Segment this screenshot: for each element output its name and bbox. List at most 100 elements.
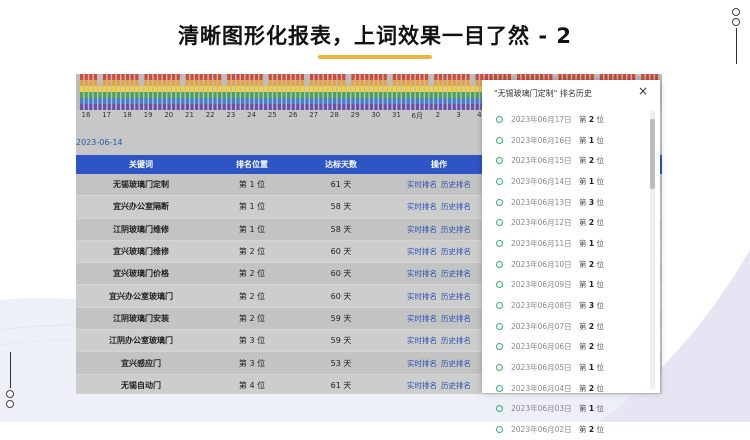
realtime-rank-link[interactable]: 实时排名	[407, 336, 437, 345]
actions-cell: 实时排名 历史排名	[384, 291, 494, 302]
realtime-rank-link[interactable]: 实时排名	[407, 202, 437, 211]
close-icon[interactable]: ×	[638, 84, 648, 98]
history-rank: 第 1 位	[579, 404, 604, 414]
history-rank-link[interactable]: 历史排名	[441, 180, 471, 189]
actions-cell: 实时排名 历史排名	[384, 358, 494, 369]
circle-icon	[496, 177, 503, 185]
actions-cell: 实时排名 历史排名	[384, 246, 494, 257]
history-date: 2023年06月14日	[511, 176, 572, 186]
rank-cell: 第 1 位	[238, 224, 266, 234]
date-tick-label: 27	[309, 111, 319, 119]
history-rank-link[interactable]: 历史排名	[441, 314, 471, 323]
date-tick-label: 30	[371, 111, 381, 119]
history-item: 2023年06月09日第 1 位	[496, 275, 646, 296]
header-keyword: 关键词	[129, 160, 153, 169]
history-item: 2023年06月15日第 2 位	[496, 150, 646, 171]
realtime-rank-link[interactable]: 实时排名	[407, 225, 437, 234]
history-rank-link[interactable]: 历史排名	[441, 381, 471, 390]
header-rank: 排名位置	[236, 160, 268, 169]
circle-icon	[496, 115, 503, 123]
date-tick-label: 2	[435, 111, 441, 119]
history-date: 2023年06月03日	[511, 404, 572, 414]
history-rank: 第 2 位	[579, 383, 604, 393]
keyword-cell: 宜兴办公室玻璃门	[109, 291, 173, 301]
history-rank-link[interactable]: 历史排名	[441, 269, 471, 278]
history-rank-link[interactable]: 历史排名	[441, 292, 471, 301]
realtime-rank-link[interactable]: 实时排名	[407, 359, 437, 368]
slide-title: 清晰图形化报表，上词效果一目了然 - 2	[178, 24, 572, 48]
history-date: 2023年06月05日	[511, 363, 572, 373]
date-tick-label: 25	[267, 111, 277, 119]
keyword-cell: 宜兴感应门	[121, 358, 161, 368]
date-tick-label: 26	[288, 111, 298, 119]
history-rank: 第 2 位	[579, 114, 604, 124]
date-tick-label: 24	[247, 111, 257, 119]
circle-icon	[496, 322, 503, 330]
history-date: 2023年06月02日	[511, 425, 572, 435]
history-item: 2023年06月07日第 2 位	[496, 316, 646, 337]
history-item: 2023年06月06日第 2 位	[496, 337, 646, 358]
keyword-cell: 宜兴玻璃门价格	[113, 269, 169, 279]
history-item: 2023年06月02日第 2 位	[496, 419, 646, 440]
history-date: 2023年06月15日	[511, 156, 572, 166]
days-cell: 59 天	[330, 313, 352, 323]
date-tick-label: 20	[164, 111, 174, 119]
scrollbar-thumb[interactable]	[650, 119, 655, 189]
decoration-bottom-left	[6, 352, 14, 414]
rank-history-popup: "无锡玻璃门定制" 排名历史 × 2023年06月17日第 2 位 2023年06…	[482, 80, 660, 434]
history-item: 2023年06月13日第 3 位	[496, 192, 646, 213]
history-date: 2023年06月11日	[511, 238, 572, 248]
history-date: 2023年06月06日	[511, 342, 572, 352]
actions-cell: 实时排名 历史排名	[384, 313, 494, 324]
circle-icon	[496, 426, 503, 434]
date-tick-label: 3	[456, 111, 461, 119]
realtime-rank-link[interactable]: 实时排名	[407, 292, 437, 301]
header-actions: 操作	[431, 160, 447, 169]
history-item: 2023年06月14日第 1 位	[496, 171, 646, 192]
rank-cell: 第 1 位	[238, 180, 266, 190]
history-date: 2023年06月17日	[511, 114, 572, 124]
days-cell: 60 天	[330, 269, 352, 279]
days-cell: 60 天	[330, 291, 352, 301]
circle-icon	[496, 239, 503, 247]
days-cell: 53 天	[330, 358, 352, 368]
history-date: 2023年06月08日	[511, 301, 572, 311]
realtime-rank-link[interactable]: 实时排名	[407, 381, 437, 390]
history-rank-link[interactable]: 历史排名	[441, 225, 471, 234]
date-tick-label: 6月	[411, 112, 423, 120]
circle-icon	[496, 343, 503, 351]
days-cell: 61 天	[330, 180, 352, 190]
keyword-cell: 江阴办公室玻璃门	[109, 336, 173, 346]
realtime-rank-link[interactable]: 实时排名	[407, 247, 437, 256]
history-date: 2023年06月12日	[511, 218, 572, 228]
history-date: 2023年06月10日	[511, 259, 572, 269]
history-date: 2023年06月07日	[511, 321, 572, 331]
keyword-cell: 无锡自动门	[121, 380, 161, 390]
history-rank-link[interactable]: 历史排名	[441, 247, 471, 256]
history-rank: 第 2 位	[579, 425, 604, 435]
realtime-rank-link[interactable]: 实时排名	[407, 180, 437, 189]
report-date: 2023-06-14	[76, 138, 123, 147]
history-rank-link[interactable]: 历史排名	[441, 336, 471, 345]
realtime-rank-link[interactable]: 实时排名	[407, 269, 437, 278]
history-item: 2023年06月03日第 1 位	[496, 399, 646, 420]
actions-cell: 实时排名 历史排名	[384, 380, 494, 391]
actions-cell: 实时排名 历史排名	[384, 335, 494, 346]
keyword-cell: 宜兴办公室隔断	[113, 202, 169, 212]
circle-icon	[496, 157, 503, 165]
realtime-rank-link[interactable]: 实时排名	[407, 314, 437, 323]
popup-scrollbar[interactable]	[650, 111, 655, 389]
history-rank-link[interactable]: 历史排名	[441, 202, 471, 211]
history-rank: 第 1 位	[579, 135, 604, 145]
days-cell: 61 天	[330, 380, 352, 390]
title-underline	[318, 55, 432, 59]
history-rank-link[interactable]: 历史排名	[441, 359, 471, 368]
history-item: 2023年06月04日第 2 位	[496, 378, 646, 399]
history-rank: 第 2 位	[579, 156, 604, 166]
history-date: 2023年06月16日	[511, 135, 572, 145]
actions-cell: 实时排名 历史排名	[384, 224, 494, 235]
days-cell: 60 天	[330, 247, 352, 257]
popup-title: "无锡玻璃门定制" 排名历史	[494, 89, 592, 98]
circle-icon	[496, 281, 503, 289]
history-rank: 第 2 位	[579, 259, 604, 269]
